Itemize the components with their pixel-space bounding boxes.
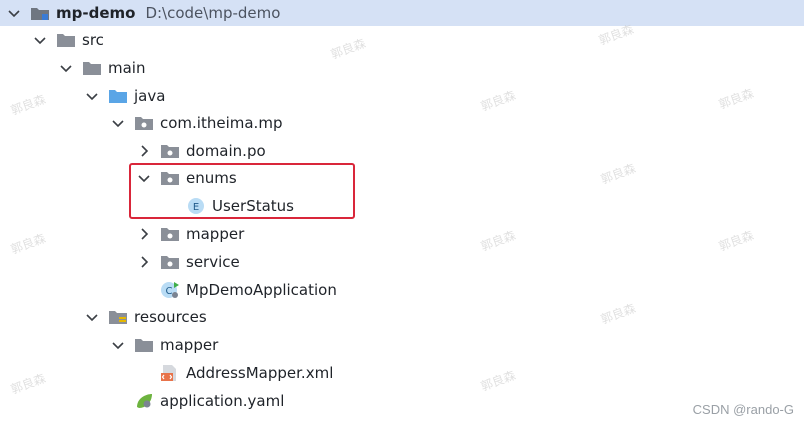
watermark: 郭良森 bbox=[8, 231, 48, 257]
watermark: 郭良森 bbox=[8, 371, 48, 397]
watermark: 郭良森 bbox=[478, 88, 518, 114]
tree-item-service[interactable]: service bbox=[136, 249, 240, 275]
tree-item-mapper-folder[interactable]: mapper bbox=[110, 332, 218, 358]
tree-item-mpdemoapplication[interactable]: C MpDemoApplication bbox=[136, 277, 337, 303]
tree-item-package[interactable]: com.itheima.mp bbox=[110, 110, 282, 136]
spring-boot-class-icon: C bbox=[161, 282, 179, 298]
chevron-down-icon[interactable] bbox=[32, 32, 48, 48]
tree-item-label: MpDemoApplication bbox=[186, 281, 337, 299]
chevron-down-icon[interactable] bbox=[6, 5, 22, 21]
tree-item-application-yaml[interactable]: application.yaml bbox=[110, 388, 284, 414]
watermark: 郭良森 bbox=[598, 301, 638, 327]
watermark: 郭良森 bbox=[598, 161, 638, 187]
tree-item-label: AddressMapper.xml bbox=[186, 364, 334, 382]
module-folder-icon bbox=[31, 8, 49, 20]
tree-item-label: domain.po bbox=[186, 142, 266, 160]
watermark: 郭良森 bbox=[478, 368, 518, 394]
package-icon bbox=[161, 228, 179, 241]
watermark: 郭良森 bbox=[8, 92, 48, 118]
project-path: D:\code\mp-demo bbox=[145, 4, 281, 22]
chevron-down-icon[interactable] bbox=[58, 60, 74, 76]
tree-item-label: mapper bbox=[160, 336, 219, 354]
tree-item-label: main bbox=[108, 59, 146, 77]
xml-file-icon bbox=[161, 365, 176, 381]
package-icon bbox=[135, 117, 153, 130]
tree-item-main[interactable]: main bbox=[58, 55, 145, 81]
resources-folder-icon bbox=[109, 311, 127, 324]
source-folder-icon bbox=[109, 90, 127, 103]
tree-item-label: application.yaml bbox=[160, 392, 285, 410]
tree-item-label: service bbox=[186, 253, 240, 271]
chevron-down-icon[interactable] bbox=[84, 309, 100, 325]
csdn-credit: CSDN @rando-G bbox=[692, 402, 794, 417]
watermark: 郭良森 bbox=[328, 36, 368, 62]
package-icon bbox=[161, 256, 179, 269]
project-root-row[interactable]: mp-demo D:\code\mp-demo bbox=[0, 0, 804, 26]
tree-item-java[interactable]: java bbox=[84, 83, 165, 109]
chevron-right-icon[interactable] bbox=[136, 226, 152, 242]
svg-text:C: C bbox=[166, 286, 173, 297]
tree-item-domain-po[interactable]: domain.po bbox=[136, 138, 266, 164]
tree-item-mapper-package[interactable]: mapper bbox=[136, 221, 244, 247]
watermark: 郭良森 bbox=[478, 228, 518, 254]
tree-item-label: src bbox=[82, 31, 104, 49]
chevron-down-icon[interactable] bbox=[110, 337, 126, 353]
tree-item-resources[interactable]: resources bbox=[84, 304, 207, 330]
tree-item-addressmapper-xml[interactable]: AddressMapper.xml bbox=[136, 360, 333, 386]
package-icon bbox=[161, 145, 179, 158]
chevron-right-icon[interactable] bbox=[136, 254, 152, 270]
tree-item-label: com.itheima.mp bbox=[160, 114, 283, 132]
spring-config-icon bbox=[137, 394, 152, 408]
highlight-box bbox=[129, 163, 355, 219]
tree-item-label: java bbox=[134, 87, 166, 105]
watermark: 郭良森 bbox=[716, 86, 756, 112]
chevron-down-icon[interactable] bbox=[110, 115, 126, 131]
folder-icon bbox=[57, 34, 75, 47]
project-name: mp-demo bbox=[56, 4, 136, 22]
chevron-down-icon[interactable] bbox=[84, 88, 100, 104]
folder-icon bbox=[83, 62, 101, 75]
folder-icon bbox=[135, 339, 153, 352]
tree-item-label: mapper bbox=[186, 225, 245, 243]
watermark: 郭良森 bbox=[716, 228, 756, 254]
tree-item-src[interactable]: src bbox=[32, 27, 104, 53]
chevron-right-icon[interactable] bbox=[136, 143, 152, 159]
tree-item-label: resources bbox=[134, 308, 207, 326]
